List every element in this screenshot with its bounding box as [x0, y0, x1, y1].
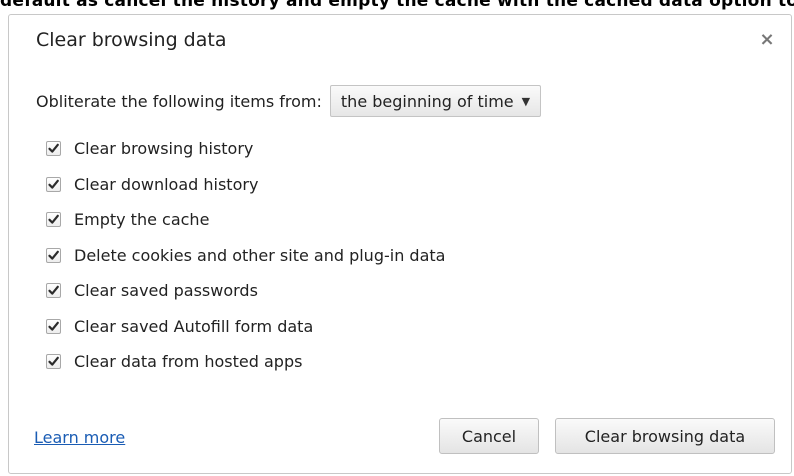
- checkbox-clear-browsing-history[interactable]: [46, 141, 61, 157]
- cancel-button[interactable]: Cancel: [439, 418, 539, 454]
- checkmark-icon: [48, 250, 59, 260]
- checkmark-icon: [48, 214, 59, 224]
- dialog-title: Clear browsing data: [36, 29, 227, 51]
- checkmark-icon: [48, 321, 59, 331]
- checkbox-empty-cache[interactable]: [46, 212, 61, 228]
- checkbox-clear-hosted-apps-data[interactable]: [46, 354, 61, 370]
- option-clear-hosted-apps-data[interactable]: Clear data from hosted apps: [46, 344, 445, 380]
- checkmark-icon: [48, 356, 59, 366]
- checkbox-clear-autofill-data[interactable]: [46, 318, 61, 334]
- time-range-selected-value: the beginning of time: [340, 91, 514, 111]
- option-label: Clear saved passwords: [74, 281, 258, 301]
- clear-browsing-data-dialog: Clear browsing data × Obliterate the fol…: [8, 14, 792, 474]
- option-clear-browsing-history[interactable]: Clear browsing history: [46, 131, 445, 167]
- option-clear-saved-passwords[interactable]: Clear saved passwords: [46, 273, 445, 309]
- time-range-row: Obliterate the following items from: the…: [36, 83, 542, 119]
- checkbox-clear-download-history[interactable]: [46, 176, 61, 192]
- option-clear-download-history[interactable]: Clear download history: [46, 167, 445, 203]
- clear-browsing-data-button[interactable]: Clear browsing data: [555, 418, 775, 454]
- chevron-down-icon: ▼: [521, 94, 531, 108]
- checkbox-clear-saved-passwords[interactable]: [46, 283, 61, 299]
- learn-more-link[interactable]: Learn more: [34, 428, 125, 447]
- background-page-text-content: default as cancel the history and empty …: [0, 0, 794, 11]
- option-label: Delete cookies and other site and plug-i…: [74, 245, 446, 265]
- option-label: Clear data from hosted apps: [74, 352, 303, 372]
- option-clear-autofill-data[interactable]: Clear saved Autofill form data: [46, 309, 445, 345]
- data-type-options: Clear browsing history Clear download hi…: [46, 131, 445, 380]
- checkmark-icon: [48, 179, 59, 189]
- close-icon[interactable]: ×: [755, 27, 779, 51]
- background-page-text: default as cancel the history and empty …: [0, 0, 794, 14]
- option-empty-cache[interactable]: Empty the cache: [46, 202, 445, 238]
- time-range-label: Obliterate the following items from:: [36, 91, 322, 111]
- option-delete-cookies[interactable]: Delete cookies and other site and plug-i…: [46, 238, 445, 274]
- time-range-select[interactable]: the beginning of time ▼: [329, 85, 542, 117]
- option-label: Clear browsing history: [74, 139, 254, 159]
- checkmark-icon: [48, 143, 59, 153]
- checkbox-delete-cookies[interactable]: [46, 247, 61, 263]
- option-label: Clear download history: [74, 174, 259, 194]
- option-label: Empty the cache: [74, 210, 210, 230]
- checkmark-icon: [48, 285, 59, 295]
- option-label: Clear saved Autofill form data: [74, 316, 314, 336]
